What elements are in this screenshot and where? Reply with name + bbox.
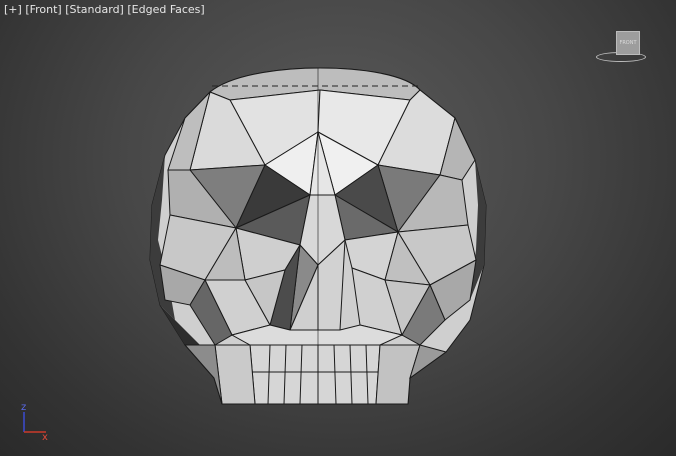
z-axis-label: z bbox=[21, 402, 26, 413]
skull-mesh[interactable] bbox=[0, 0, 676, 456]
axis-tripod: z x bbox=[21, 402, 48, 443]
viewport-front[interactable]: [+] [Front] [Standard] [Edged Faces] FRO… bbox=[0, 0, 676, 456]
x-axis-label: x bbox=[42, 432, 48, 443]
jaw-face bbox=[183, 344, 223, 405]
